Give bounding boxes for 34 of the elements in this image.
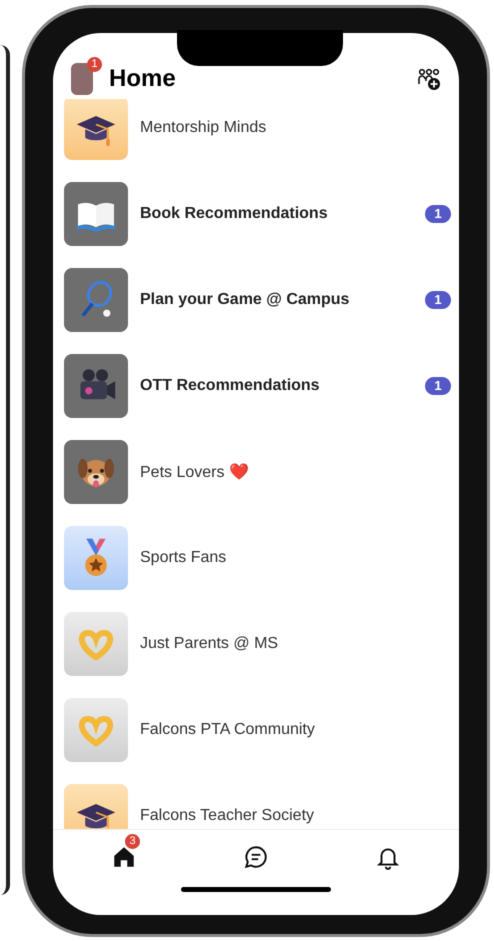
group-name: Sports Fans	[140, 549, 228, 567]
graduation-cap-icon	[64, 99, 128, 160]
unread-count: 1	[425, 377, 451, 395]
open-book-icon	[64, 182, 128, 246]
group-list-item[interactable]: Book Recommendations 1	[53, 171, 459, 257]
unread-count: 1	[425, 291, 451, 309]
group-list-item[interactable]: Falcons Teacher Society	[53, 773, 459, 829]
notification-badge: 1	[87, 57, 102, 72]
chat-icon[interactable]	[243, 844, 269, 870]
group-name: Pets Lovers ❤	[140, 462, 250, 482]
unread-count: 1	[425, 205, 451, 223]
group-list-item[interactable]: Sports Fans	[53, 515, 459, 601]
group-list-item[interactable]: Just Parents @ MS	[53, 601, 459, 687]
group-list-item[interactable]: Plan your Game @ Campus 1	[53, 257, 459, 343]
group-list-item[interactable]: Pets Lovers ❤	[53, 429, 459, 515]
notification-badge: 3	[125, 834, 140, 849]
group-name: Just Parents @ MS	[140, 635, 280, 653]
group-name: Book Recommendations	[140, 205, 329, 223]
group-list-item[interactable]: Mentorship Minds	[53, 99, 459, 171]
group-name: Falcons PTA Community	[140, 721, 316, 739]
page-title: Home	[109, 65, 177, 93]
dog-face-icon	[64, 440, 128, 504]
group-name: Mentorship Minds	[140, 119, 268, 137]
video-camera-icon	[64, 354, 128, 418]
medal-icon	[64, 526, 128, 590]
graduation-cap-icon	[64, 784, 128, 829]
group-name: Plan your Game @ Campus	[140, 291, 350, 309]
group-list-item[interactable]: OTT Recommendations 1	[53, 343, 459, 429]
avatar-photo[interactable]	[71, 63, 93, 95]
racket-icon	[64, 268, 128, 332]
group-list-item[interactable]: Falcons PTA Community	[53, 687, 459, 773]
group-name: Falcons Teacher Society	[140, 807, 316, 825]
add-group-icon[interactable]	[417, 67, 441, 91]
group-name: OTT Recommendations	[140, 377, 321, 395]
